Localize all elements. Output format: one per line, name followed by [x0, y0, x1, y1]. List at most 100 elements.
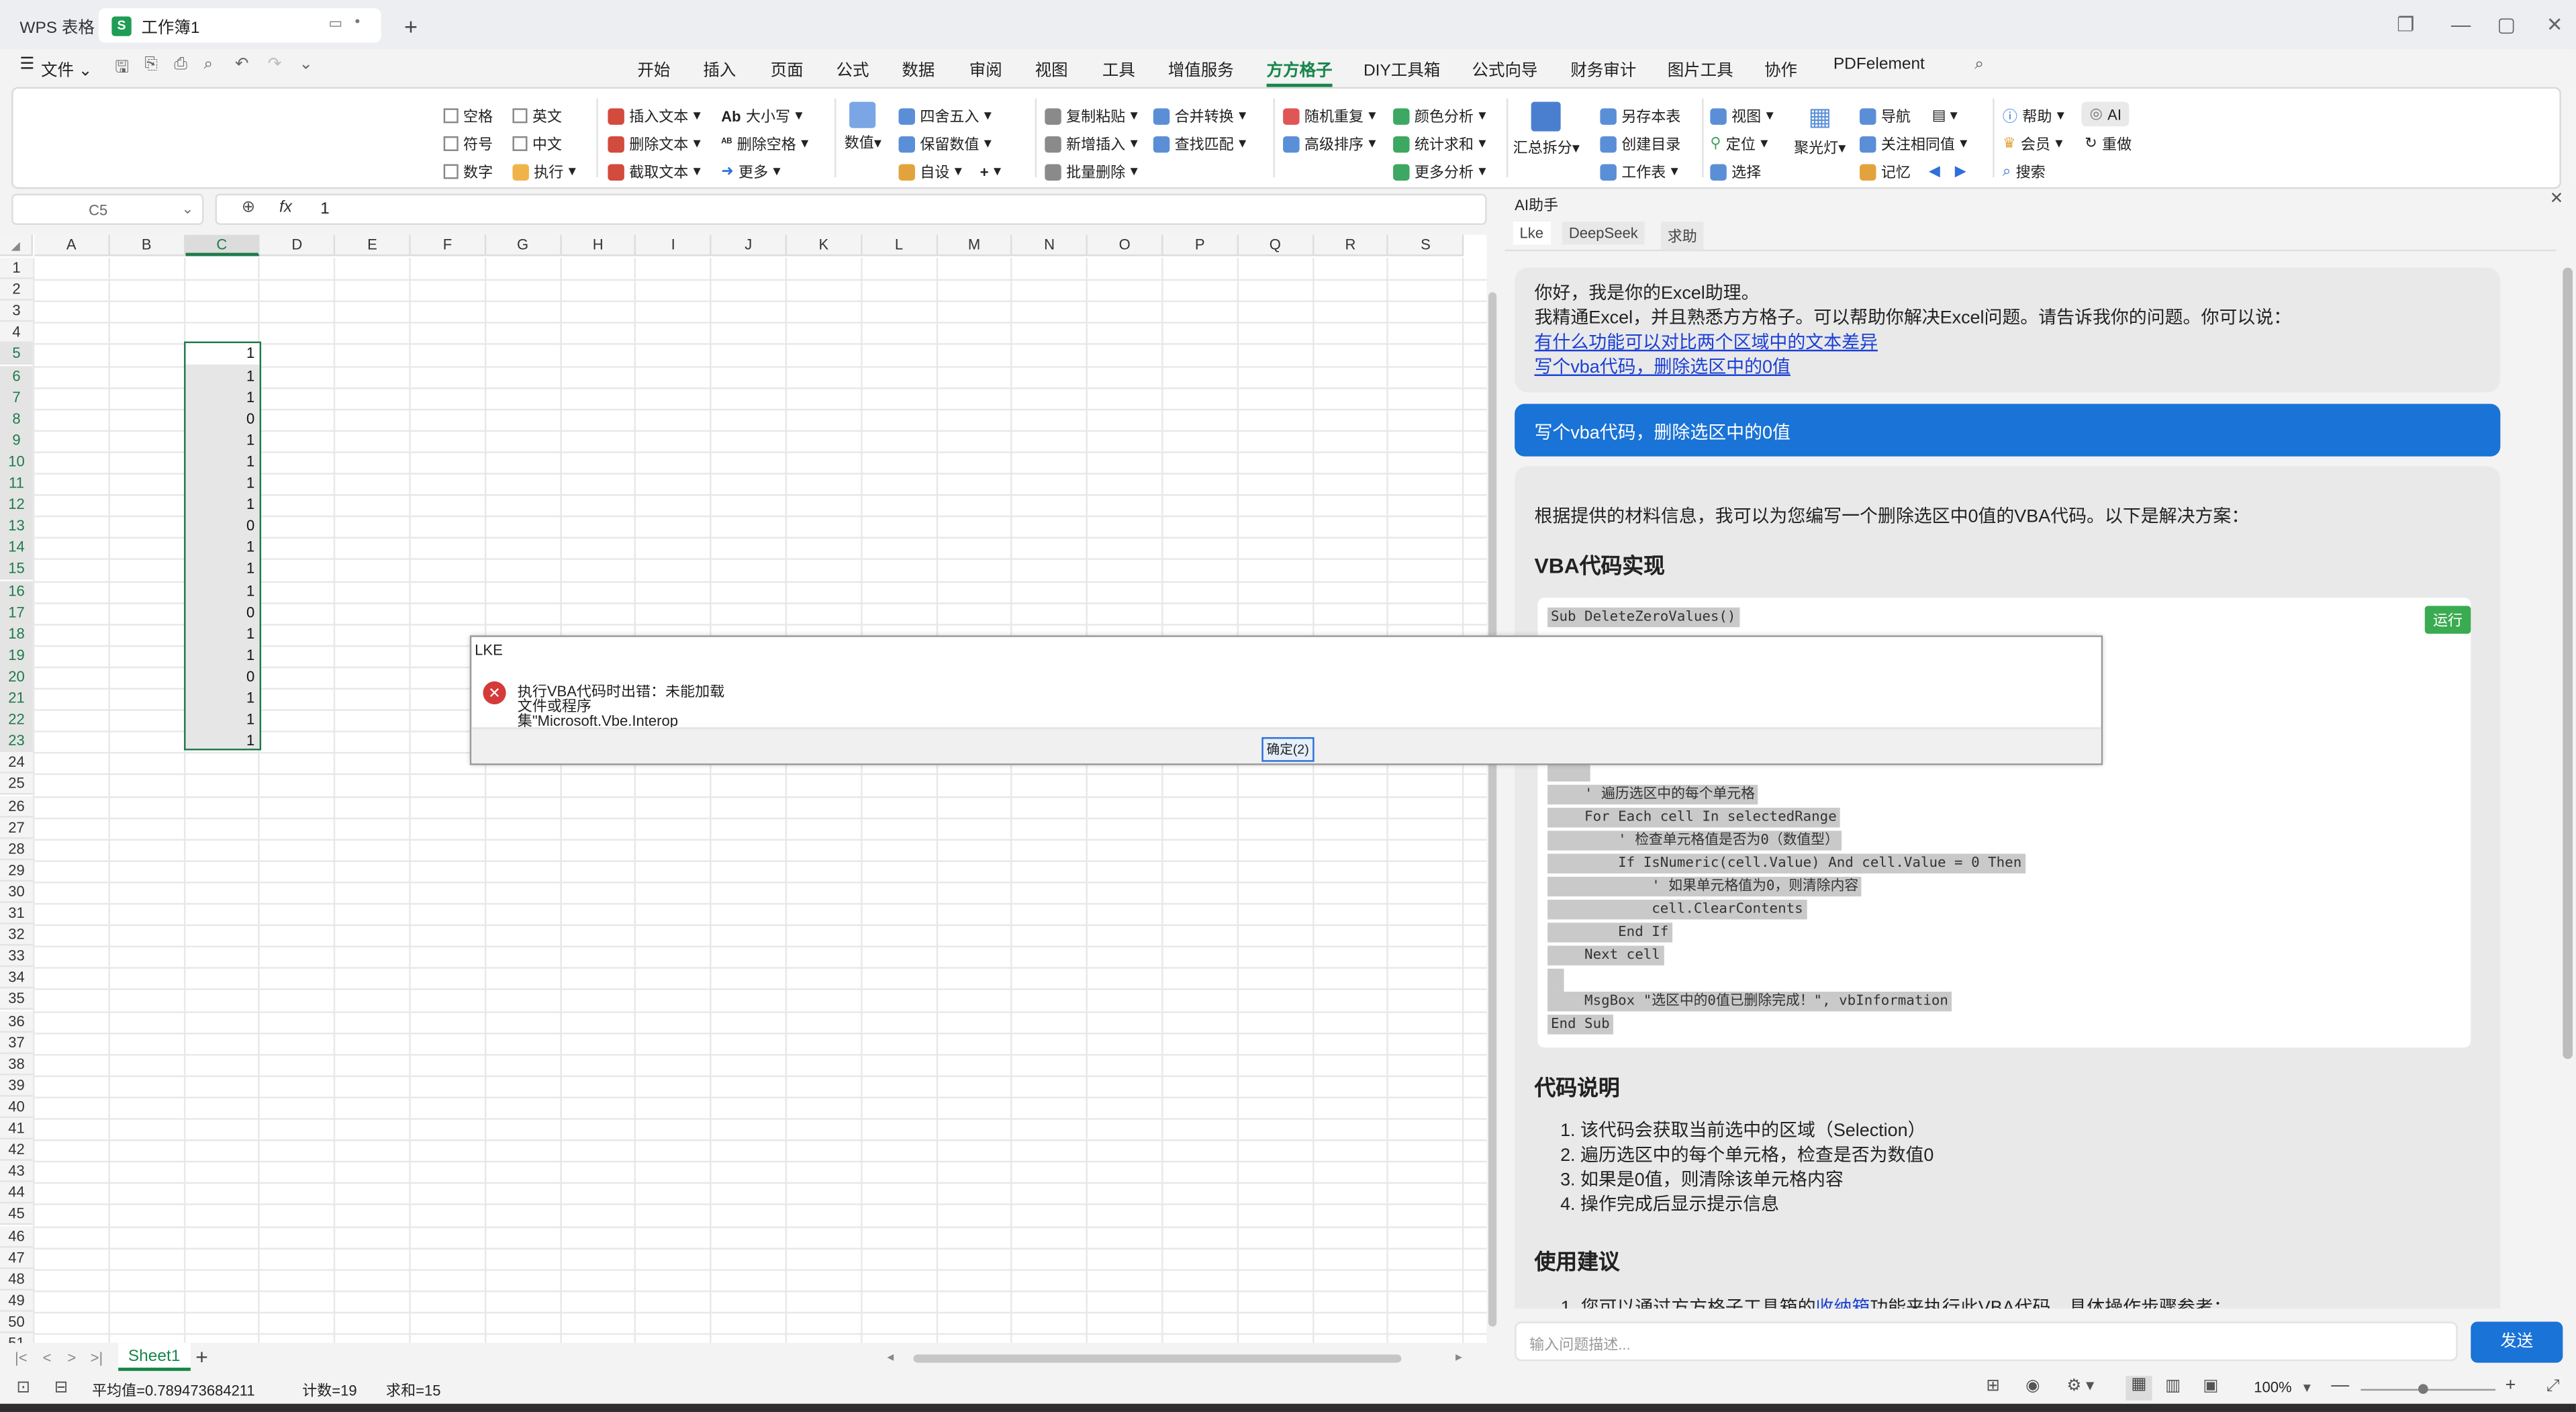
row-header[interactable]: 13 [0, 516, 33, 538]
column-header[interactable]: N [1012, 234, 1088, 256]
export-icon[interactable]: ⎘ [144, 56, 158, 74]
row-header[interactable]: 50 [0, 1311, 33, 1333]
question-input[interactable]: 输入问题描述... [1515, 1321, 2458, 1362]
row-header[interactable]: 18 [0, 623, 33, 645]
column-header[interactable]: A [34, 234, 110, 256]
status-count[interactable]: 计数=19 [302, 1379, 356, 1401]
column-header[interactable]: C [185, 234, 260, 256]
run-code-button[interactable]: 运行 [2424, 606, 2471, 634]
doc-tab[interactable]: S 工作簿1 ▭ • [98, 8, 381, 43]
cell-value[interactable]: 1 [186, 559, 260, 580]
cell-value[interactable]: 1 [186, 580, 260, 602]
row-header[interactable]: 29 [0, 859, 33, 882]
row-header[interactable]: 17 [0, 602, 33, 624]
column-header[interactable]: R [1313, 234, 1389, 256]
column-header[interactable]: D [260, 234, 336, 256]
chat-scrollbar[interactable] [2561, 251, 2575, 1309]
color-analysis-button[interactable]: 颜色分析 ▾ [1393, 105, 1486, 126]
scrollbar-thumb[interactable] [1488, 292, 1497, 1327]
zoom-dropdown-icon[interactable]: ▾ [2303, 1379, 2311, 1397]
search-button[interactable]: ⌕ 搜索 [2003, 161, 2046, 183]
tab-pdfelement[interactable]: PDFelement [1833, 56, 1925, 74]
column-header[interactable]: G [485, 234, 561, 256]
row-header[interactable]: 20 [0, 666, 33, 688]
sheet-tab-sheet1[interactable]: Sheet1 [118, 1343, 191, 1371]
name-box[interactable]: C5 ⌄ [11, 193, 204, 226]
cell-value[interactable]: 1 [186, 710, 260, 731]
row-header[interactable]: 43 [0, 1161, 33, 1183]
row-header[interactable]: 7 [0, 387, 33, 409]
cell-mode-icon[interactable]: ⊟ [54, 1379, 68, 1397]
cell-value[interactable]: 1 [186, 494, 260, 516]
checkbox-space[interactable]: 空格 [443, 105, 493, 126]
row-header[interactable]: 39 [0, 1075, 33, 1097]
search-icon[interactable]: ⌕ [1974, 56, 1984, 74]
row-header[interactable]: 32 [0, 924, 33, 946]
row-header[interactable]: 15 [0, 559, 33, 581]
round-button[interactable]: 四舍五入 ▾ [898, 105, 992, 126]
fullscreen-icon[interactable]: ⤢ [2546, 1378, 2560, 1396]
chat-history[interactable]: 你好，我是你的Excel助理。 我精通Excel，并且熟悉方方格子。可以帮助你解… [1505, 251, 2556, 1309]
column-header[interactable]: I [636, 234, 712, 256]
window-mode-icon[interactable]: ▭ [328, 15, 342, 33]
more-chevron-icon[interactable]: ⌄ [299, 56, 313, 74]
chat-scrollbar-thumb[interactable] [2563, 267, 2573, 1060]
zoom-magnifier-icon[interactable]: ⊕ [242, 199, 256, 217]
row-header[interactable]: 14 [0, 537, 33, 559]
summary-split-button[interactable]: 汇总拆分▾ [1513, 101, 1580, 158]
file-menu[interactable]: 文件 ⌄ [41, 56, 92, 81]
navigate-button[interactable]: 导航 ▤ ▾ [1860, 105, 1958, 126]
row-header[interactable]: 6 [0, 365, 33, 387]
row-header[interactable]: 4 [0, 322, 33, 344]
row-header[interactable]: 2 [0, 279, 33, 301]
checkbox-chinese[interactable]: 中文 [512, 133, 562, 154]
related-same-button[interactable]: 关注相同值 ▾ [1860, 133, 1967, 154]
cell-value[interactable]: 1 [186, 430, 260, 451]
cell-value[interactable]: 0 [186, 667, 260, 688]
worksheet-button[interactable]: 工作表 ▾ [1600, 161, 1678, 183]
add-sheet-button[interactable]: + [195, 1345, 208, 1370]
cell-value[interactable]: 1 [186, 344, 260, 365]
row-header[interactable]: 9 [0, 430, 33, 452]
zoom-in-icon[interactable]: + [2506, 1376, 2516, 1395]
ok-button[interactable]: 确定(2) [1261, 737, 1315, 762]
restore-window-icon[interactable]: ❐ [2397, 13, 2414, 36]
keep-value-button[interactable]: 保留数值 ▾ [898, 133, 992, 154]
row-header[interactable]: 27 [0, 816, 33, 839]
row-header[interactable]: 44 [0, 1182, 33, 1205]
row-header[interactable]: 31 [0, 902, 33, 925]
scroll-right-icon[interactable]: ▸ [1456, 1350, 1462, 1364]
formula-input[interactable]: ⊕ fx 1 [215, 193, 1487, 226]
row-header[interactable]: 40 [0, 1096, 33, 1119]
row-header[interactable]: 22 [0, 709, 33, 731]
cell-value[interactable]: 1 [186, 473, 260, 494]
delete-text-button[interactable]: 删除文本 ▾ [608, 133, 701, 154]
cell-value[interactable]: 1 [186, 451, 260, 473]
row-header[interactable]: 26 [0, 795, 33, 817]
row-header[interactable]: 35 [0, 989, 33, 1011]
tab-deepseek[interactable]: DeepSeek [1562, 222, 1645, 245]
minimize-icon[interactable]: — [2451, 13, 2471, 36]
tab-value-added[interactable]: 增值服务 [1168, 56, 1234, 81]
cell-value[interactable]: 0 [186, 602, 260, 623]
row-header[interactable]: 11 [0, 473, 33, 495]
redo-icon[interactable]: ↷ [268, 56, 282, 74]
select-all-corner[interactable]: ◢ [0, 234, 33, 256]
column-header[interactable]: Q [1238, 234, 1314, 256]
prev-sheet-icon[interactable]: < [43, 1350, 52, 1366]
row-header[interactable]: 42 [0, 1139, 33, 1162]
eye-icon[interactable]: ◉ [2025, 1378, 2040, 1396]
next-sheet-icon[interactable]: > [67, 1350, 76, 1366]
cell-value[interactable]: 1 [186, 688, 260, 710]
zoom-level[interactable]: 100% [2254, 1379, 2291, 1395]
scroll-left-icon[interactable]: ◂ [887, 1350, 894, 1364]
column-header[interactable]: F [410, 234, 486, 256]
row-header[interactable]: 16 [0, 580, 33, 602]
name-box-dropdown-icon[interactable]: ⌄ [181, 200, 193, 218]
hamburger-icon[interactable]: ☰ [19, 56, 34, 74]
protect-icon[interactable]: ⊞ [1986, 1378, 2000, 1396]
random-repeat-button[interactable]: 随机重复 ▾ [1283, 105, 1376, 126]
member-button[interactable]: ♛ 会员 ▾ [2003, 133, 2063, 154]
suggestion-link-compare[interactable]: 有什么功能可以对比两个区域中的文本差异 [1534, 332, 2291, 357]
cell-value[interactable]: 1 [186, 623, 260, 645]
